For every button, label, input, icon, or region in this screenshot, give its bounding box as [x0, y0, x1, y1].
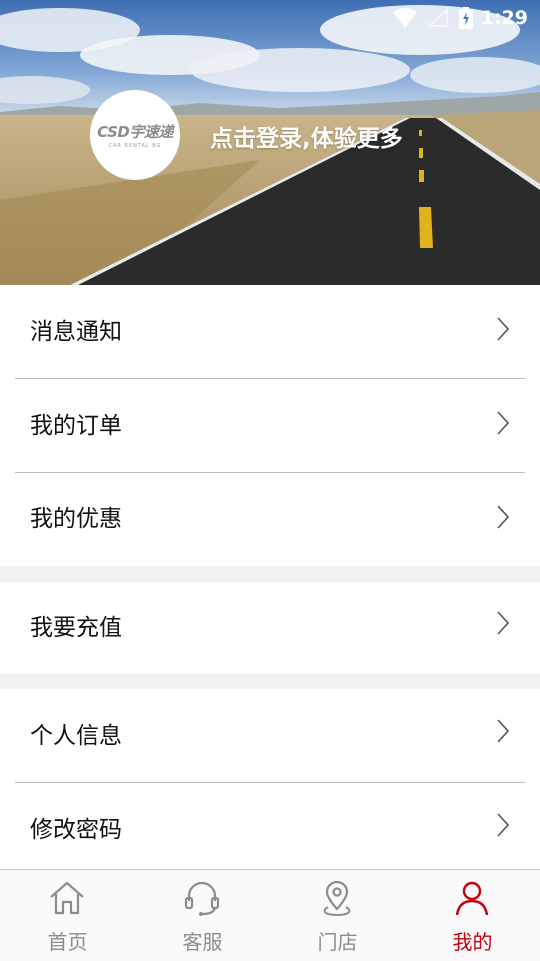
nav-label: 我的 — [452, 930, 493, 954]
signal-icon — [428, 9, 448, 27]
menu-item-change-password[interactable]: 修改密码 — [0, 783, 540, 869]
menu-item-label: 我的订单 — [30, 413, 122, 439]
avatar[interactable]: CSD宇速递 CAR RENTAL BG — [90, 90, 180, 180]
menu-item-label: 消息通知 — [30, 319, 122, 345]
battery-charging-icon — [459, 7, 473, 29]
headset-icon — [184, 881, 220, 916]
status-bar: 1:29 — [0, 0, 540, 36]
login-prompt[interactable]: 点击登录,体验更多 — [210, 119, 403, 153]
menu-item-label: 我要充值 — [30, 615, 122, 641]
person-icon — [455, 881, 489, 916]
nav-tab-mine[interactable]: 我的 — [405, 870, 540, 961]
menu-item-orders[interactable]: 我的订单 — [0, 379, 540, 473]
location-pin-icon — [323, 880, 351, 916]
profile-header: 1:29 CSD宇速递 CAR RENTAL BG 点击登录,体验更多 — [0, 0, 540, 285]
chevron-right-icon — [497, 611, 510, 635]
nav-label: 首页 — [47, 930, 88, 954]
nav-tab-home[interactable]: 首页 — [0, 870, 135, 961]
menu-item-label: 修改密码 — [30, 817, 122, 843]
menu-item-recharge[interactable]: 我要充值 — [0, 582, 540, 674]
chevron-right-icon — [497, 411, 510, 435]
menu-group-settings: 个人信息 修改密码 — [0, 689, 540, 869]
chevron-right-icon — [497, 719, 510, 743]
menu-item-label: 个人信息 — [30, 723, 122, 749]
menu-item-label: 我的优惠 — [30, 506, 122, 532]
menu-group-wallet: 我要充值 — [0, 582, 540, 674]
nav-label: 门店 — [317, 930, 358, 954]
brand-logo-subtext: CAR RENTAL BG — [108, 143, 162, 149]
nav-tab-stores[interactable]: 门店 — [270, 870, 405, 961]
bottom-navigation: 首页 客服 门店 我的 — [0, 869, 540, 961]
menu-group-account: 消息通知 我的订单 我的优惠 — [0, 285, 540, 566]
menu-item-profile-info[interactable]: 个人信息 — [0, 689, 540, 783]
chevron-right-icon — [497, 813, 510, 837]
wifi-icon — [393, 8, 417, 28]
brand-logo: CSD宇速递 — [97, 123, 173, 141]
menu-item-notifications[interactable]: 消息通知 — [0, 285, 540, 379]
status-time: 1:29 — [480, 7, 528, 29]
chevron-right-icon — [497, 317, 510, 341]
home-icon — [50, 881, 84, 915]
nav-label: 客服 — [182, 930, 223, 954]
menu-item-coupons[interactable]: 我的优惠 — [0, 473, 540, 566]
chevron-right-icon — [497, 505, 510, 529]
nav-tab-customer-service[interactable]: 客服 — [135, 870, 270, 961]
